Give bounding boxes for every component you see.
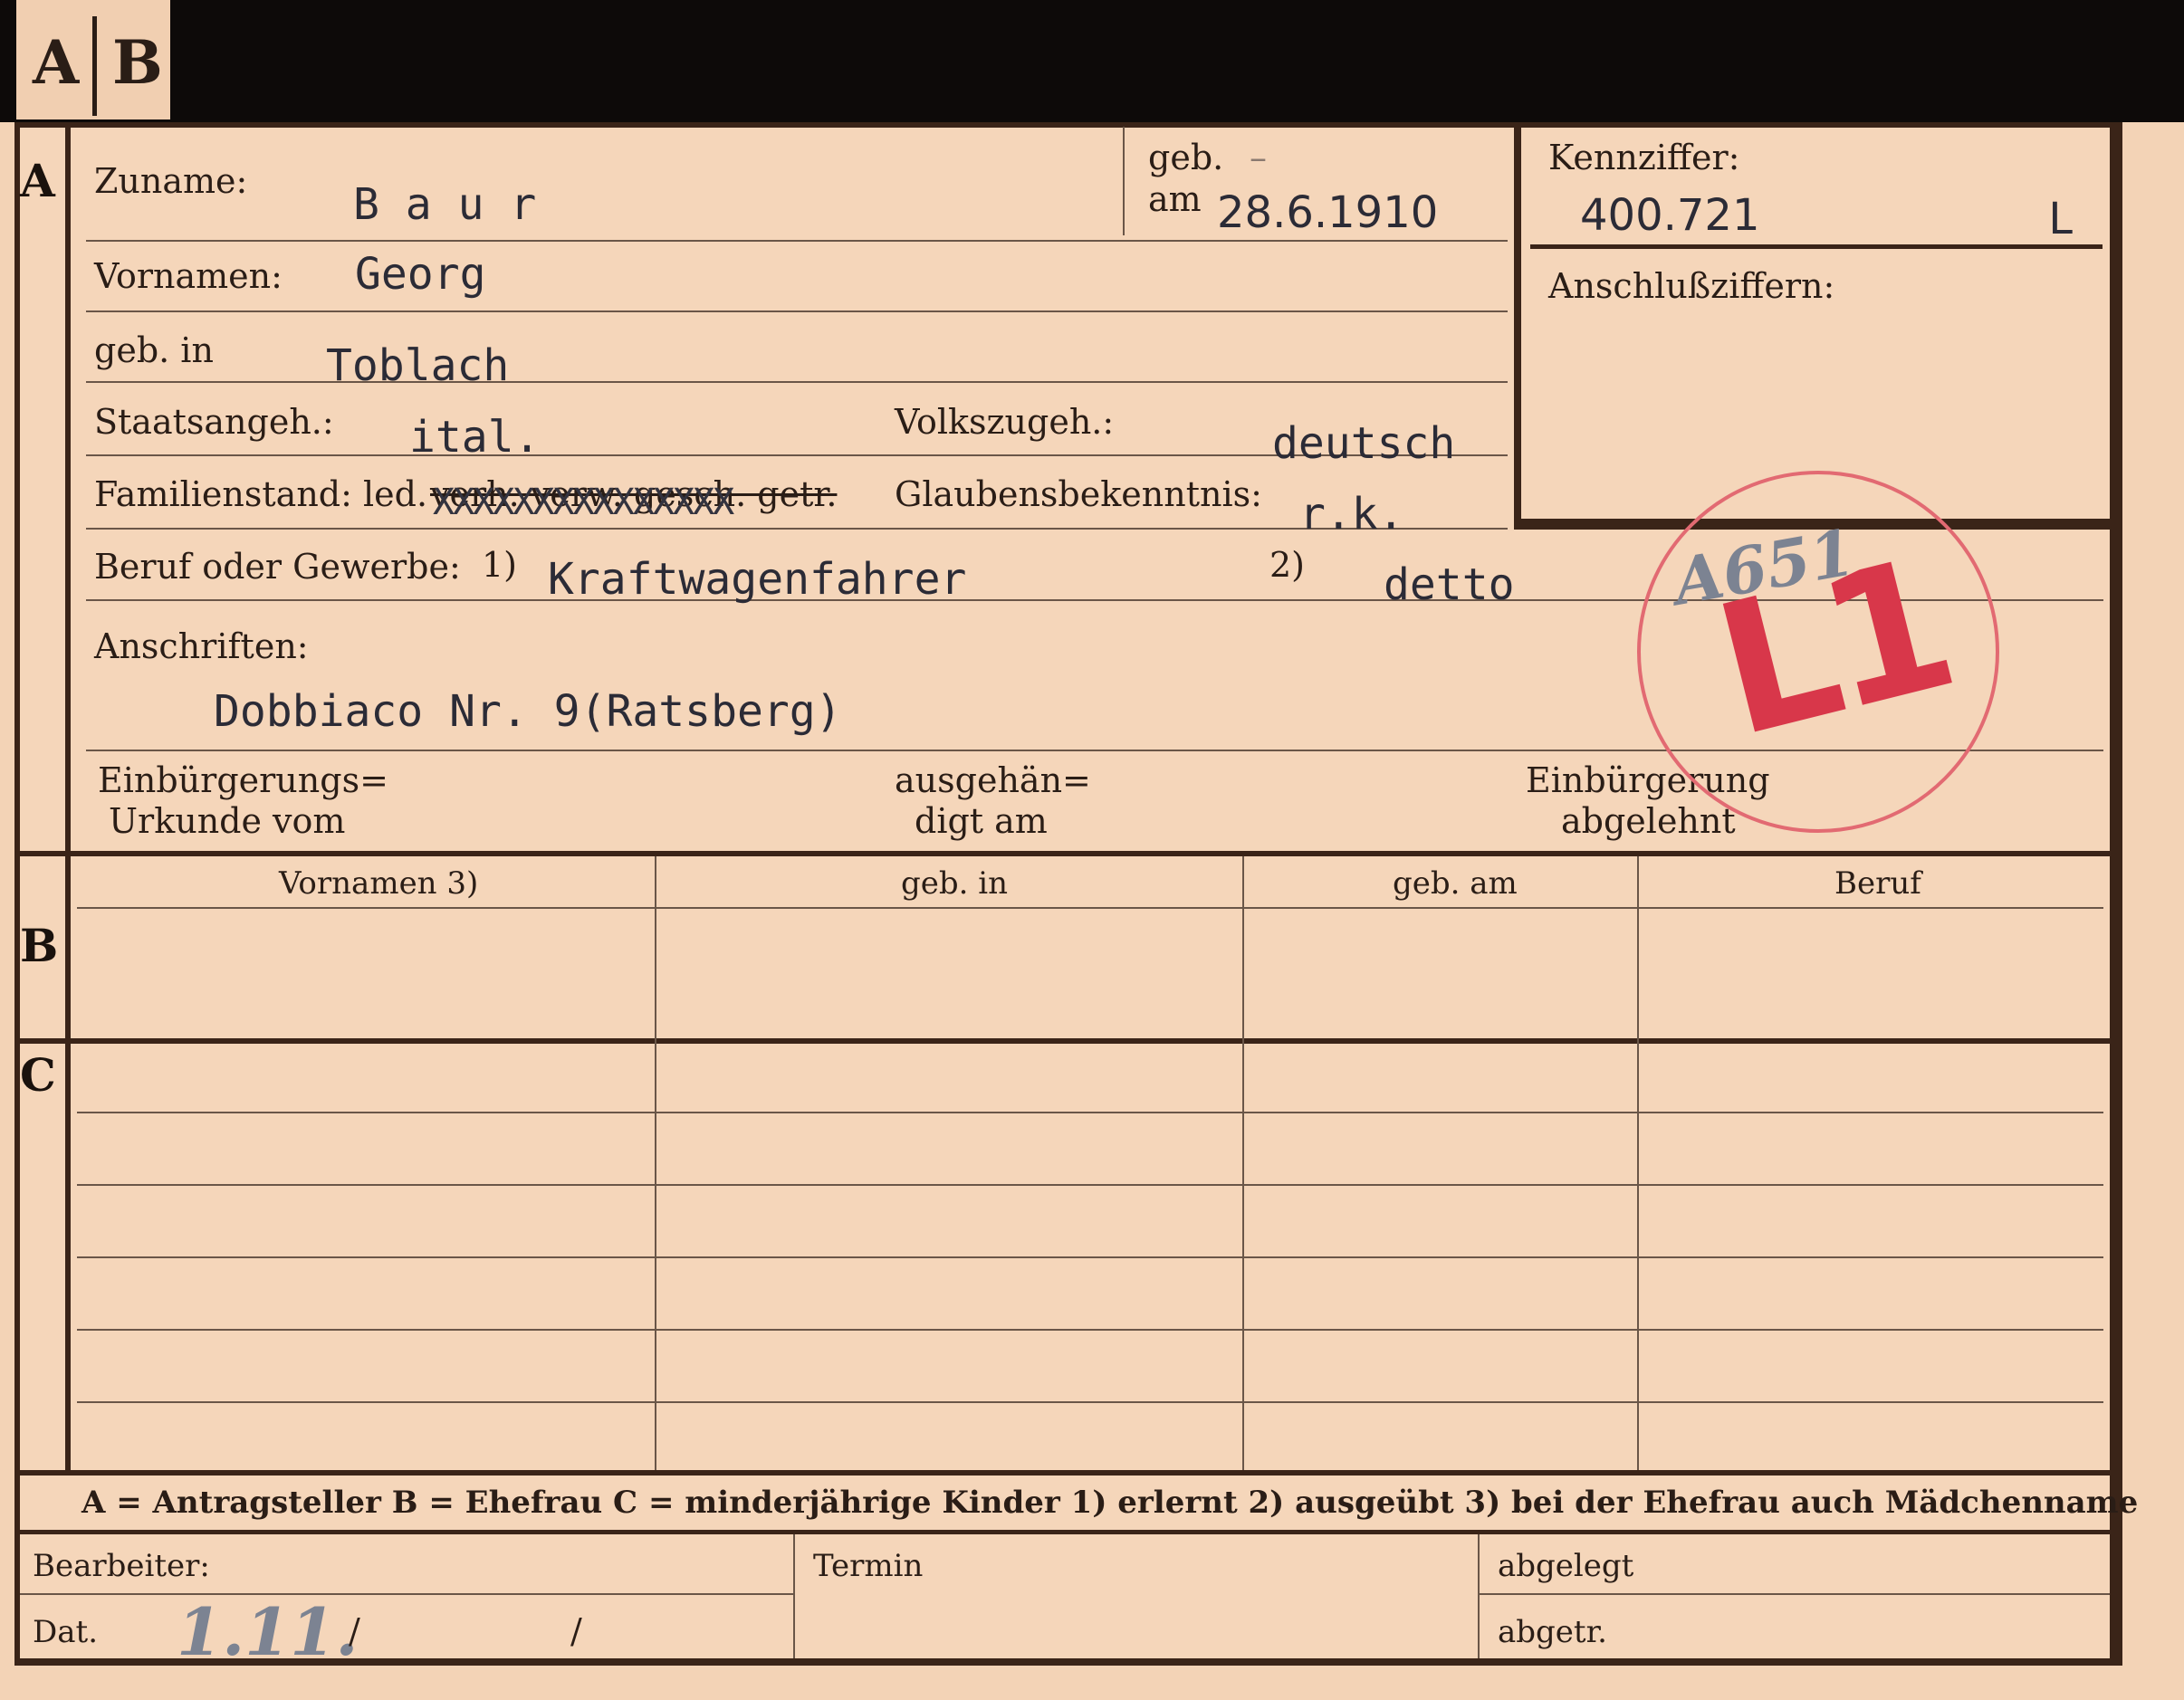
section-b-letter: B — [20, 919, 59, 972]
section-c-letter: C — [20, 1048, 56, 1102]
line-familien — [86, 528, 1508, 530]
label-geb-in: geb. in — [94, 330, 214, 370]
rule-section-c-end — [14, 1470, 2110, 1476]
label-anschlussziffern: Anschlußziffern: — [1548, 266, 1835, 306]
legend-line: A = Antragsteller B = Ehefrau C = minder… — [81, 1485, 2139, 1521]
label-einbuergerung-abgelehnt-2: abgelehnt — [1561, 801, 1736, 841]
col-header-vornamen: Vornamen 3) — [279, 865, 479, 902]
label-glaubensbekenntnis: Glaubensbekenntnis: — [895, 474, 1262, 514]
rule-section-a-end — [14, 851, 2110, 856]
footer-col-2 — [1478, 1534, 1480, 1658]
footer-line-right — [1478, 1593, 2110, 1595]
col-header-geb-in: geb. in — [901, 865, 1009, 902]
table-col-1 — [655, 856, 656, 1470]
value-staatsangehoerigkeit: ital. — [409, 412, 541, 463]
value-beruf-ausgeuebt: detto — [1384, 559, 1515, 610]
value-geb-dash: – — [1250, 138, 1267, 177]
table-row-line — [77, 1401, 2103, 1403]
label-ausgehaendigt-1: ausgehän= — [895, 760, 1091, 800]
value-kennziffer: 400.721 — [1580, 190, 1760, 241]
label-staatsangehoerigkeit: Staatsangeh.: — [94, 402, 334, 442]
value-anschrift: Dobbiaco Nr. 9(Ratsberg) — [214, 686, 842, 737]
rule-top — [14, 122, 2122, 128]
value-zuname: B a u r — [353, 179, 537, 230]
label-kennziffer: Kennziffer: — [1548, 138, 1740, 177]
value-geb-am: 28.6.1910 — [1217, 187, 1439, 238]
table-col-3 — [1637, 856, 1639, 1470]
label-ausgehaendigt-2: digt am — [915, 801, 1048, 841]
label-anschriften: Anschriften: — [94, 626, 309, 666]
value-beruf-erlernt: Kraftwagenfahrer — [548, 554, 967, 605]
value-volkszugehoerigkeit: deutsch — [1272, 418, 1456, 469]
label-volkszugehoerigkeit: Volkszugeh.: — [895, 402, 1115, 442]
table-row-line — [77, 1112, 2103, 1113]
label-termin: Termin — [813, 1548, 924, 1584]
col-header-beruf: Beruf — [1834, 865, 1921, 902]
table-row-line — [77, 1256, 2103, 1258]
label-einbuergerungs-2: Urkunde vom — [109, 801, 346, 841]
tab-separator — [92, 16, 97, 116]
line-geb-in — [86, 381, 1508, 383]
label-abgelegt: abgelegt — [1498, 1548, 1634, 1584]
rule-legend-end — [14, 1530, 2110, 1534]
table-row-line — [77, 1329, 2103, 1331]
line-zuname — [86, 240, 1508, 242]
label-familienstand: Familienstand: led. — [94, 474, 428, 514]
top-band — [0, 0, 2184, 122]
line-vornamen — [86, 310, 1508, 312]
handwritten-date: 1.11. — [177, 1593, 359, 1670]
rule-section-col — [65, 122, 71, 1471]
label-vornamen: Vornamen: — [94, 256, 283, 296]
index-tab: A B — [16, 0, 170, 119]
footnote-1: 1) — [482, 545, 518, 585]
col-header-geb-am: geb. am — [1393, 865, 1518, 902]
value-kennziffer-suffix: L — [2048, 194, 2074, 244]
kennziffer-box-left — [1514, 122, 1521, 530]
table-col-2 — [1242, 856, 1244, 1470]
value-familienstand-xout: XXXXXXXXXXXXXXX — [433, 482, 734, 523]
value-vornamen: Georg — [355, 249, 486, 300]
date-slash-2: / — [570, 1611, 582, 1651]
label-abgetr: abgetr. — [1498, 1614, 1607, 1650]
label-dat: Dat. — [33, 1614, 99, 1650]
value-geb-in: Toblach — [326, 340, 510, 391]
label-zuname: Zuname: — [94, 161, 248, 201]
value-glaubensbekenntnis: r.k. — [1299, 489, 1404, 540]
section-a-letter: A — [20, 154, 55, 207]
table-header-line — [77, 907, 2103, 909]
footer-col-1 — [793, 1534, 795, 1658]
date-slash-1: / — [349, 1611, 360, 1651]
label-einbuergerungs-1: Einbürgerungs= — [98, 760, 388, 800]
rule-section-b-end — [14, 1038, 2110, 1044]
label-geb: geb. — [1148, 138, 1224, 177]
label-am: am — [1148, 179, 1202, 219]
rule-right — [2110, 122, 2122, 1666]
label-bearbeiter: Bearbeiter: — [33, 1548, 210, 1584]
table-row-line — [77, 1184, 2103, 1186]
kennziffer-divider — [1530, 244, 2103, 249]
tab-letter-a: A — [33, 27, 80, 98]
tab-letter-b: B — [112, 27, 163, 98]
label-beruf: Beruf oder Gewerbe: — [94, 547, 461, 587]
footer-line-left — [20, 1593, 794, 1595]
footnote-2: 2) — [1269, 545, 1306, 585]
geb-divider — [1123, 127, 1125, 235]
rule-left — [14, 122, 20, 1666]
